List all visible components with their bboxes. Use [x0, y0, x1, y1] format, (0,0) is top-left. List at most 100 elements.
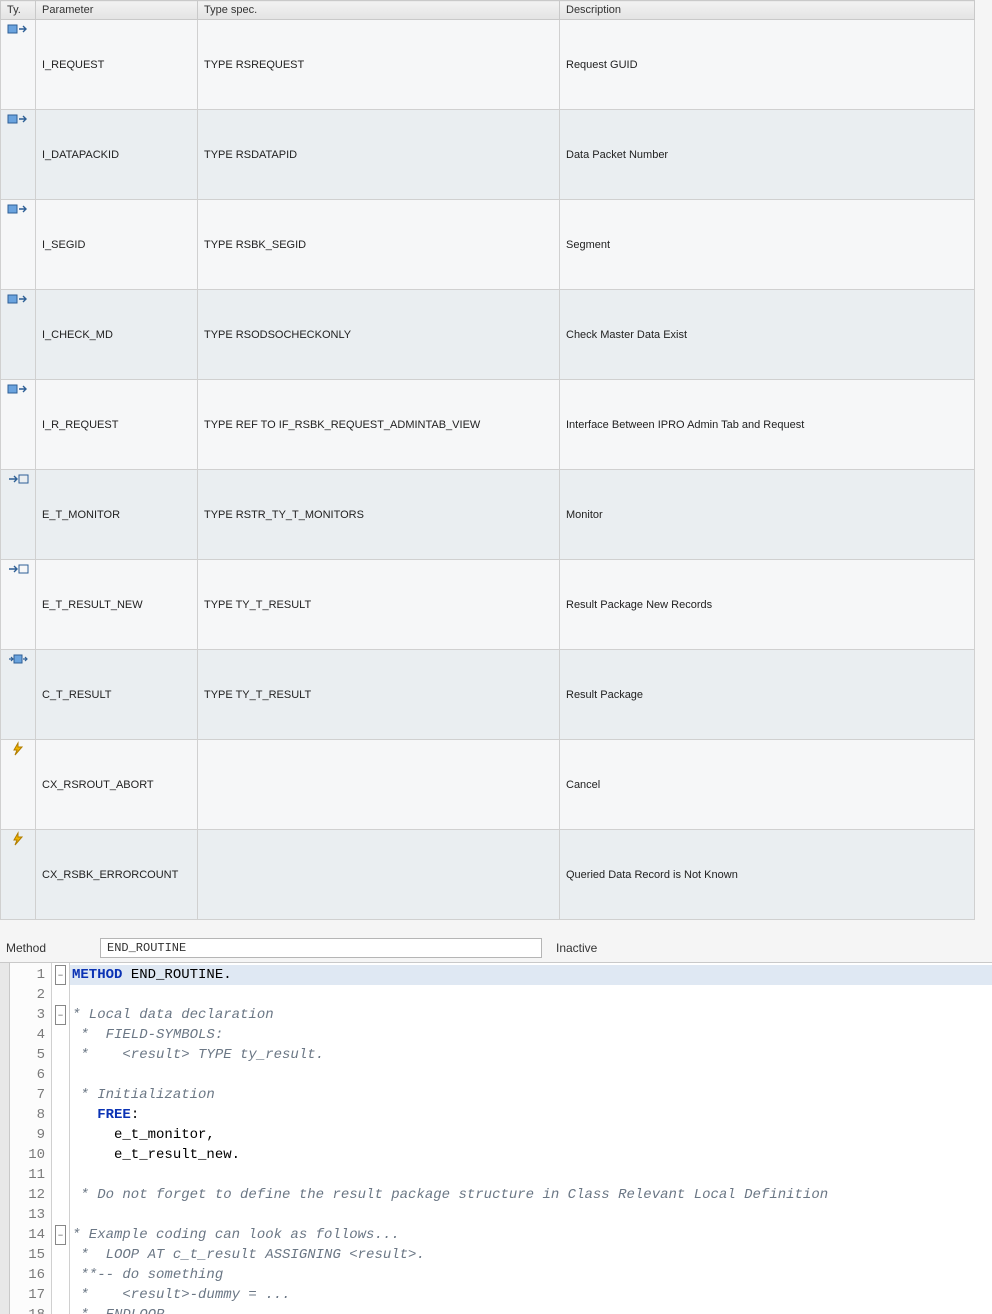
table-row[interactable]: C_T_RESULTTYPE TY_T_RESULTResult Package [1, 650, 975, 740]
changing-param-icon [7, 652, 29, 666]
header-parameter[interactable]: Parameter [36, 1, 198, 20]
code-line[interactable] [70, 985, 992, 1005]
method-name-field[interactable] [100, 938, 542, 958]
param-description-cell: Request GUID [560, 20, 975, 110]
importing-param-icon [7, 382, 29, 396]
code-line[interactable]: e_t_result_new. [70, 1145, 992, 1165]
line-number: 15 [10, 1245, 51, 1265]
table-row[interactable]: I_R_REQUESTTYPE REF TO IF_RSBK_REQUEST_A… [1, 380, 975, 470]
code-line[interactable]: * Local data declaration [70, 1005, 992, 1025]
fold-cell[interactable] [52, 1205, 69, 1225]
fold-cell[interactable] [52, 1085, 69, 1105]
table-row[interactable]: CX_RSROUT_ABORT Cancel [1, 740, 975, 830]
line-number: 13 [10, 1205, 51, 1225]
exporting-param-icon [7, 562, 29, 576]
fold-cell[interactable] [52, 1185, 69, 1205]
param-name-cell: CX_RSBK_ERRORCOUNT [36, 830, 198, 920]
fold-cell[interactable] [52, 1265, 69, 1285]
code-area[interactable]: METHOD END_ROUTINE. * Local data declarat… [70, 963, 992, 1314]
exception-icon [7, 742, 29, 756]
param-typespec-cell: TYPE RSREQUEST [198, 20, 560, 110]
code-editor[interactable]: 1234567891011121314151617181920 −−− METH… [0, 962, 992, 1314]
param-description-cell: Cancel [560, 740, 975, 830]
table-row[interactable]: I_SEGIDTYPE RSBK_SEGIDSegment [1, 200, 975, 290]
table-row[interactable]: I_REQUESTTYPE RSREQUESTRequest GUID [1, 20, 975, 110]
fold-cell[interactable] [52, 1025, 69, 1045]
code-line[interactable]: * <result>-dummy = ... [70, 1285, 992, 1305]
line-number: 10 [10, 1145, 51, 1165]
param-typespec-cell: TYPE TY_T_RESULT [198, 560, 560, 650]
code-line[interactable]: * FIELD-SYMBOLS: [70, 1025, 992, 1045]
code-line[interactable] [70, 1065, 992, 1085]
code-line[interactable]: e_t_monitor, [70, 1125, 992, 1145]
code-line[interactable]: * ENDLOOP. [70, 1305, 992, 1314]
fold-toggle-icon[interactable]: − [55, 965, 66, 985]
fold-cell[interactable] [52, 1305, 69, 1314]
param-description-cell: Interface Between IPRO Admin Tab and Req… [560, 380, 975, 470]
line-number: 14 [10, 1225, 51, 1245]
importing-param-icon [7, 202, 29, 216]
line-number: 8 [10, 1105, 51, 1125]
code-line[interactable]: **-- do something [70, 1265, 992, 1285]
parameter-table: Ty. Parameter Type spec. Description I_R… [0, 0, 975, 920]
code-line[interactable]: * Do not forget to define the result pac… [70, 1185, 992, 1205]
line-number: 5 [10, 1045, 51, 1065]
table-row[interactable]: E_T_RESULT_NEWTYPE TY_T_RESULTResult Pac… [1, 560, 975, 650]
code-line[interactable]: * LOOP AT c_t_result ASSIGNING <result>. [70, 1245, 992, 1265]
line-number: 18 [10, 1305, 51, 1314]
param-typespec-cell: TYPE RSTR_TY_T_MONITORS [198, 470, 560, 560]
line-number: 1 [10, 965, 51, 985]
code-line[interactable]: METHOD END_ROUTINE. [70, 965, 992, 985]
line-number: 2 [10, 985, 51, 1005]
table-row[interactable]: CX_RSBK_ERRORCOUNT Queried Data Record is… [1, 830, 975, 920]
param-typespec-cell [198, 830, 560, 920]
param-name-cell: I_SEGID [36, 200, 198, 290]
param-description-cell: Segment [560, 200, 975, 290]
fold-cell[interactable]: − [52, 965, 69, 985]
fold-cell[interactable]: − [52, 1225, 69, 1245]
importing-param-icon [7, 292, 29, 306]
importing-param-icon [7, 22, 29, 36]
fold-toggle-icon[interactable]: − [55, 1225, 66, 1245]
header-typespec[interactable]: Type spec. [198, 1, 560, 20]
fold-cell[interactable] [52, 1285, 69, 1305]
fold-cell[interactable]: − [52, 1005, 69, 1025]
param-typespec-cell: TYPE RSDATAPID [198, 110, 560, 200]
param-description-cell: Result Package New Records [560, 560, 975, 650]
code-line[interactable]: FREE: [70, 1105, 992, 1125]
code-line[interactable]: * Initialization [70, 1085, 992, 1105]
code-line[interactable]: * <result> TYPE ty_result. [70, 1045, 992, 1065]
param-typespec-cell: TYPE REF TO IF_RSBK_REQUEST_ADMINTAB_VIE… [198, 380, 560, 470]
code-line[interactable] [70, 1205, 992, 1225]
table-row[interactable]: I_DATAPACKIDTYPE RSDATAPIDData Packet Nu… [1, 110, 975, 200]
fold-gutter[interactable]: − − − [52, 963, 70, 1314]
fold-cell[interactable] [52, 1245, 69, 1265]
fold-cell[interactable] [52, 1165, 69, 1185]
code-line[interactable] [70, 1165, 992, 1185]
param-description-cell: Check Master Data Exist [560, 290, 975, 380]
line-number: 3 [10, 1005, 51, 1025]
fold-toggle-icon[interactable]: − [55, 1005, 66, 1025]
param-typespec-cell [198, 740, 560, 830]
table-row[interactable]: E_T_MONITORTYPE RSTR_TY_T_MONITORSMonito… [1, 470, 975, 560]
exception-icon [7, 832, 29, 846]
fold-cell[interactable] [52, 1045, 69, 1065]
param-typespec-cell: TYPE RSBK_SEGID [198, 200, 560, 290]
fold-cell[interactable] [52, 1105, 69, 1125]
exporting-param-icon [7, 472, 29, 486]
table-row[interactable]: I_CHECK_MDTYPE RSODSOCHECKONLYCheck Mast… [1, 290, 975, 380]
fold-cell[interactable] [52, 1125, 69, 1145]
param-name-cell: I_R_REQUEST [36, 380, 198, 470]
code-line[interactable]: * Example coding can look as follows... [70, 1225, 992, 1245]
fold-cell[interactable] [52, 985, 69, 1005]
fold-cell[interactable] [52, 1065, 69, 1085]
param-name-cell: I_DATAPACKID [36, 110, 198, 200]
breakpoint-gutter[interactable] [0, 963, 10, 1314]
header-description[interactable]: Description [560, 1, 975, 20]
fold-cell[interactable] [52, 1145, 69, 1165]
line-number: 11 [10, 1165, 51, 1185]
method-bar: Method Inactive [0, 936, 992, 960]
param-type-cell [1, 830, 36, 920]
param-name-cell: CX_RSROUT_ABORT [36, 740, 198, 830]
param-description-cell: Queried Data Record is Not Known [560, 830, 975, 920]
